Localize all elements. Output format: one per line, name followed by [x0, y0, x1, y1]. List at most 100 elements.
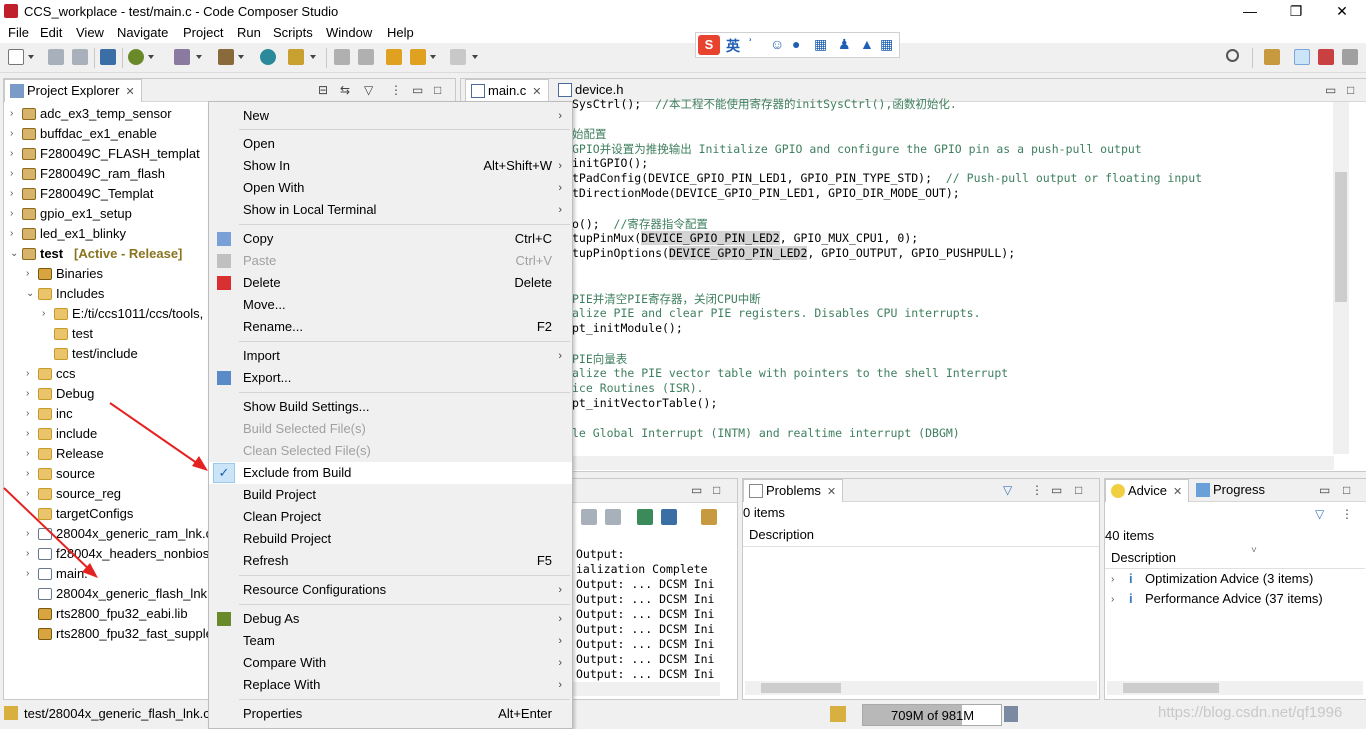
debug-perspective-icon[interactable]	[1318, 49, 1334, 65]
ime-menu-icon[interactable]: ▦	[880, 36, 893, 53]
debug-icon[interactable]	[128, 49, 144, 65]
forward-icon[interactable]	[450, 49, 466, 65]
collapsed-arrow-icon[interactable]: ›	[26, 364, 36, 384]
terminal-icon[interactable]	[100, 49, 116, 65]
tree-file-rts-eabi[interactable]: rts2800_fpu32_eabi.lib	[4, 604, 209, 624]
tree-file-main[interactable]: › main.	[4, 564, 209, 584]
minimize-view-icon[interactable]: ▭	[1051, 483, 1062, 497]
menu-item-import[interactable]: Import ›	[209, 345, 572, 367]
build-dropdown-icon[interactable]	[238, 55, 244, 59]
maximize-view-icon[interactable]: □	[1075, 483, 1082, 497]
menu-run[interactable]: Run	[237, 25, 261, 40]
doc-icon[interactable]	[334, 49, 350, 65]
menu-item-build-project[interactable]: Build Project	[209, 484, 572, 506]
minimize-view-icon[interactable]: ▭	[1319, 483, 1330, 497]
new-file-icon[interactable]	[8, 49, 24, 65]
menu-item-delete[interactable]: Delete Delete	[209, 272, 572, 294]
menu-item-clean-project[interactable]: Clean Project	[209, 506, 572, 528]
build-hammer-icon[interactable]	[218, 49, 234, 65]
heap-icon[interactable]	[830, 706, 846, 722]
collapsed-arrow-icon[interactable]: ›	[10, 164, 20, 184]
menu-item-rebuild-project[interactable]: Rebuild Project	[209, 528, 572, 550]
menu-item-compare-with[interactable]: Compare With ›	[209, 652, 572, 674]
tree-folder-include[interactable]: › include	[4, 424, 209, 444]
minimize-editor-icon[interactable]: ▭	[1325, 83, 1336, 97]
edit-perspective-icon[interactable]	[1294, 49, 1310, 65]
tree-file-flash-lnk[interactable]: 28004x_generic_flash_lnk.c	[4, 584, 217, 604]
menu-item-show-in-local-terminal[interactable]: Show in Local Terminal ›	[209, 199, 572, 221]
tree-folder-source[interactable]: › source	[4, 464, 209, 484]
editor-hscroll[interactable]	[572, 456, 1334, 470]
tree-folder-source-reg[interactable]: › source_reg	[4, 484, 209, 504]
menu-project[interactable]: Project	[183, 25, 223, 40]
console-clear-icon[interactable]	[581, 509, 597, 525]
flash-dropdown-icon[interactable]	[196, 55, 202, 59]
ime-voice-icon[interactable]: ●	[792, 36, 800, 52]
collapsed-arrow-icon[interactable]: ›	[10, 184, 20, 204]
tab-problems[interactable]: Problems ✕	[743, 479, 844, 502]
menu-item-open-with[interactable]: Open With ›	[209, 177, 572, 199]
console-hscroll[interactable]	[572, 682, 720, 696]
search-icon[interactable]	[1226, 49, 1239, 62]
ime-skin-icon[interactable]: ▲	[860, 36, 874, 52]
menu-window[interactable]: Window	[326, 25, 372, 40]
filter-icon[interactable]: ▽	[364, 83, 373, 97]
save-icon[interactable]	[48, 49, 64, 65]
close-tab-icon[interactable]: ✕	[125, 86, 134, 98]
ime-punct-icon[interactable]: ʾ	[748, 36, 753, 52]
menu-item-resource-configurations[interactable]: Resource Configurations ›	[209, 579, 572, 601]
tree-folder-release[interactable]: › Release	[4, 444, 209, 464]
tree-includes-node[interactable]: ⌄ Includes	[4, 284, 209, 304]
close-tab-icon[interactable]: ✕	[1173, 486, 1182, 498]
menu-scripts[interactable]: Scripts	[273, 25, 313, 40]
tree-project-test[interactable]: ⌄ test [Active - Release]	[4, 244, 209, 264]
refresh-icon[interactable]	[260, 49, 276, 65]
link-editor-icon[interactable]: ⇆	[340, 83, 350, 97]
tree-include-path-tools[interactable]: › E:/ti/ccs1011/ccs/tools,	[4, 304, 209, 324]
trash-icon[interactable]	[1004, 706, 1018, 722]
problems-hscroll[interactable]	[745, 681, 1097, 695]
tree-project-flash-templat[interactable]: › F280049C_FLASH_templat	[4, 144, 209, 164]
menu-item-show-build-settings[interactable]: Show Build Settings...	[209, 396, 572, 418]
tree-project-gpio[interactable]: › gpio_ex1_setup	[4, 204, 209, 224]
tab-progress[interactable]: Progress	[1191, 479, 1271, 502]
collapsed-arrow-icon[interactable]: ›	[26, 544, 36, 564]
menu-item-move[interactable]: Move...	[209, 294, 572, 316]
menu-view[interactable]: View	[76, 25, 104, 40]
collapsed-arrow-icon[interactable]: ›	[26, 464, 36, 484]
collapsed-arrow-icon[interactable]: ›	[10, 144, 20, 164]
expanded-arrow-icon[interactable]: ⌄	[10, 244, 20, 264]
collapsed-arrow-icon[interactable]: ›	[26, 524, 36, 544]
tree-file-ram-lnk[interactable]: › 28004x_generic_ram_lnk.c	[4, 524, 212, 544]
menu-edit[interactable]: Edit	[40, 25, 62, 40]
close-button[interactable]: ✕	[1319, 0, 1365, 23]
minimize-button[interactable]: —	[1227, 0, 1273, 23]
view-menu-icon[interactable]: ⋮	[1031, 483, 1043, 497]
tree-project-buffdac[interactable]: › buffdac_ex1_enable	[4, 124, 209, 144]
close-tab-icon[interactable]: ✕	[532, 86, 541, 98]
tree-binaries-node[interactable]: › Binaries	[4, 264, 209, 284]
ime-keyboard-icon[interactable]: ▦	[814, 36, 827, 53]
collapsed-arrow-icon[interactable]: ›	[42, 304, 52, 324]
forward-dropdown-icon[interactable]	[472, 55, 478, 59]
console-display-icon[interactable]	[661, 509, 677, 525]
filter-icon[interactable]: ▽	[1003, 483, 1012, 497]
tree-file-headers-nonbios[interactable]: › f28004x_headers_nonbios	[4, 544, 209, 564]
tree-project-led[interactable]: › led_ex1_blinky	[4, 224, 209, 244]
menu-help[interactable]: Help	[387, 25, 414, 40]
tree-folder-targetconfigs[interactable]: targetConfigs	[4, 504, 209, 524]
menu-item-copy[interactable]: Copy Ctrl+C	[209, 228, 572, 250]
project-explorer-tab[interactable]: Project Explorer ✕	[4, 79, 142, 102]
menu-item-show-in[interactable]: Show In Alt+Shift+W ›	[209, 155, 572, 177]
collapsed-arrow-icon[interactable]: ›	[10, 104, 20, 124]
tree-include-path-test-include[interactable]: test/include	[4, 344, 209, 364]
minimize-view-icon[interactable]: ▭	[412, 83, 423, 97]
tree-project-adc[interactable]: › adc_ex3_temp_sensor	[4, 104, 209, 124]
collapsed-arrow-icon[interactable]: ›	[26, 264, 36, 284]
tree-project-ram-flash[interactable]: › F280049C_ram_flash	[4, 164, 209, 184]
menu-item-build-selected-file-s[interactable]: Build Selected File(s)	[209, 418, 572, 440]
collapsed-arrow-icon[interactable]: ›	[26, 424, 36, 444]
menu-item-replace-with[interactable]: Replace With ›	[209, 674, 572, 696]
advice-item-optimization[interactable]: › i Optimization Advice (3 items)	[1111, 571, 1361, 591]
expand-arrow-icon[interactable]: ›	[1111, 574, 1114, 585]
